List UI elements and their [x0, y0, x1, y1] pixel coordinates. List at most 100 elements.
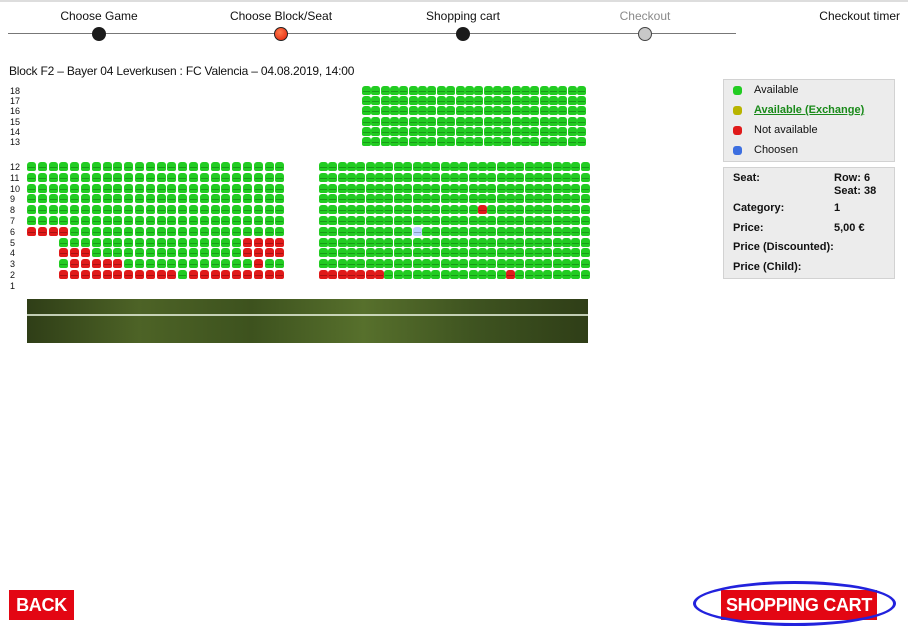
seat[interactable] [328, 194, 338, 204]
seat[interactable] [221, 237, 231, 247]
seat[interactable] [59, 183, 69, 193]
seat[interactable] [412, 172, 422, 182]
seat[interactable] [483, 126, 493, 136]
seat[interactable] [580, 216, 590, 225]
seat[interactable] [562, 172, 572, 182]
seat[interactable] [468, 226, 478, 236]
seat[interactable] [328, 216, 338, 225]
seat[interactable] [421, 162, 431, 171]
seat[interactable] [403, 248, 413, 258]
seat[interactable] [446, 137, 456, 146]
seat[interactable] [436, 126, 446, 136]
seat[interactable] [221, 172, 231, 182]
seat[interactable] [253, 183, 263, 193]
seat[interactable] [562, 270, 572, 279]
seat[interactable] [502, 96, 512, 106]
seat[interactable] [487, 172, 497, 182]
seat[interactable] [375, 259, 385, 269]
seat[interactable] [431, 237, 441, 247]
seat[interactable] [365, 172, 375, 182]
seat[interactable] [264, 194, 274, 204]
seat[interactable] [232, 248, 242, 258]
seat[interactable] [446, 116, 456, 126]
seat[interactable] [403, 205, 413, 215]
seat[interactable] [135, 237, 144, 247]
seat[interactable] [189, 226, 198, 236]
seat[interactable] [543, 259, 553, 269]
seat[interactable] [567, 116, 577, 126]
seat[interactable] [356, 237, 366, 247]
seat[interactable] [375, 183, 385, 193]
seat[interactable] [580, 237, 590, 247]
seat[interactable] [356, 183, 366, 193]
seat[interactable] [421, 270, 431, 279]
seat[interactable] [375, 237, 385, 247]
seat[interactable] [427, 106, 437, 116]
seat[interactable] [37, 162, 47, 171]
seat[interactable] [418, 96, 428, 106]
seat[interactable] [102, 183, 112, 193]
seat[interactable] [347, 248, 357, 258]
seat[interactable] [253, 216, 263, 225]
seat[interactable] [552, 248, 562, 258]
seat[interactable] [362, 116, 371, 126]
seat[interactable] [232, 162, 242, 171]
seat[interactable] [515, 259, 525, 269]
seat[interactable] [534, 270, 544, 279]
seat[interactable] [189, 216, 198, 225]
seat[interactable] [135, 162, 144, 171]
seat[interactable] [502, 106, 512, 116]
seat[interactable] [319, 248, 328, 258]
seat[interactable] [232, 183, 242, 193]
seat[interactable] [27, 194, 36, 204]
seat[interactable] [562, 226, 572, 236]
seat[interactable] [91, 205, 101, 215]
seat[interactable] [399, 116, 409, 126]
seat[interactable] [562, 183, 572, 193]
seat[interactable] [524, 259, 534, 269]
seat[interactable] [347, 172, 357, 182]
seat[interactable] [431, 226, 441, 236]
seat[interactable] [464, 116, 474, 126]
seat[interactable] [549, 137, 558, 146]
seat[interactable] [534, 259, 544, 269]
seat[interactable] [189, 172, 198, 182]
seat[interactable] [70, 226, 80, 236]
seat[interactable] [477, 248, 487, 258]
seat[interactable] [59, 194, 69, 204]
seat[interactable] [48, 216, 58, 225]
seat[interactable] [431, 183, 441, 193]
seat[interactable] [446, 126, 456, 136]
seat[interactable] [552, 172, 562, 182]
seat[interactable] [393, 162, 403, 171]
seat[interactable] [371, 116, 381, 126]
seat[interactable] [399, 137, 409, 146]
seat[interactable] [81, 162, 90, 171]
seat[interactable] [577, 106, 587, 116]
seat[interactable] [543, 216, 553, 225]
seat[interactable] [487, 216, 497, 225]
seat[interactable] [577, 137, 587, 146]
seat[interactable] [59, 216, 69, 225]
seat[interactable] [412, 205, 422, 215]
seat[interactable] [549, 116, 558, 126]
seat[interactable] [506, 172, 515, 182]
seat[interactable] [440, 216, 450, 225]
seat[interactable] [156, 205, 166, 215]
seat[interactable] [446, 86, 456, 95]
seat[interactable] [580, 270, 590, 279]
seat[interactable] [328, 183, 338, 193]
seat[interactable] [199, 237, 209, 247]
seat[interactable] [487, 194, 497, 204]
seat[interactable] [347, 162, 357, 171]
step-shopping-cart[interactable]: Shopping cart [372, 0, 554, 46]
seat[interactable] [243, 183, 252, 193]
seat[interactable] [567, 96, 577, 106]
seat[interactable] [511, 86, 521, 95]
seat[interactable] [418, 106, 428, 116]
seat[interactable] [253, 205, 263, 215]
seat[interactable] [135, 194, 144, 204]
seat[interactable] [393, 270, 403, 279]
seat[interactable] [178, 226, 188, 236]
seat[interactable] [477, 216, 487, 225]
